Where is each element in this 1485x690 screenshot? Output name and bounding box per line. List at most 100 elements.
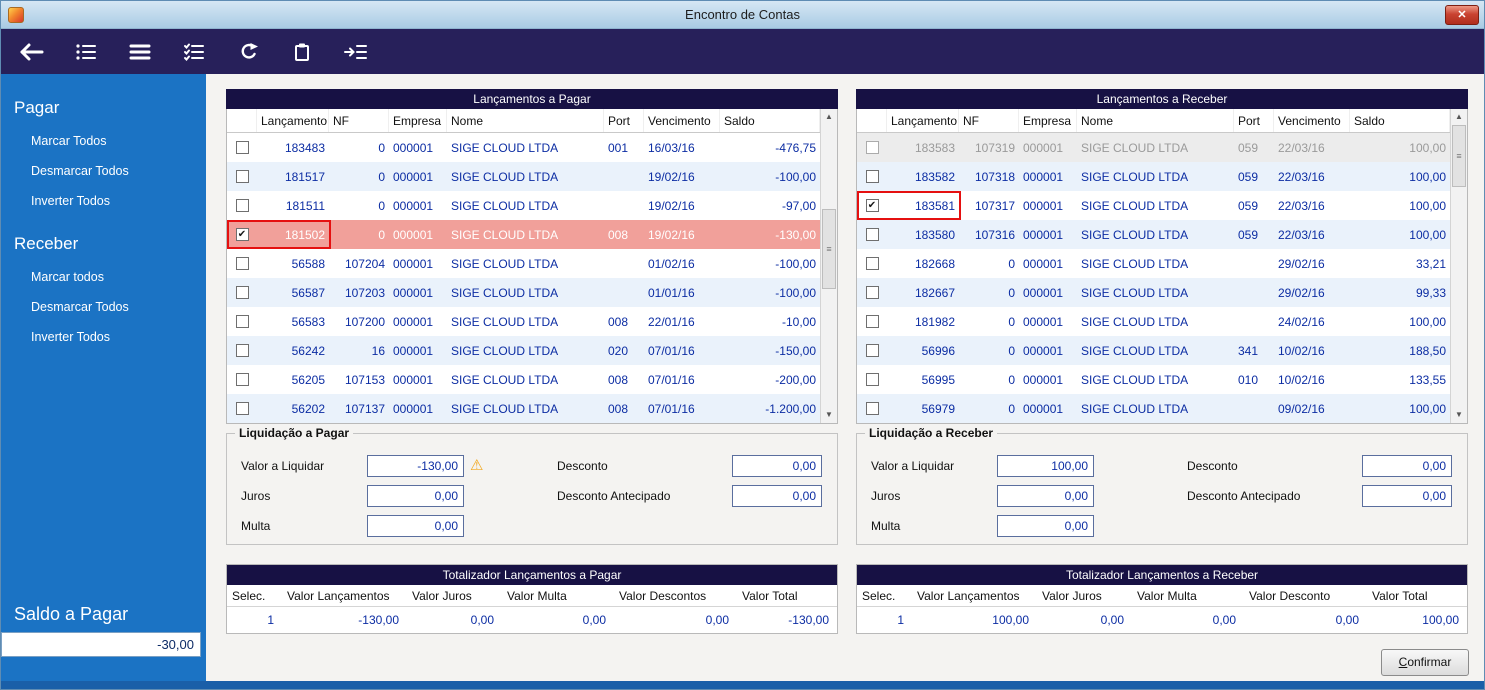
col-header-empresa[interactable]: Empresa <box>389 109 447 132</box>
sidebar-item-pagar-inverter-todos[interactable]: Inverter Todos <box>1 186 206 216</box>
valor-a-liquidar-input[interactable]: -130,00 <box>367 455 464 477</box>
table-row[interactable]: 183582 107318 000001 SIGE CLOUD LTDA 059 22/0… <box>857 162 1450 191</box>
juros-input[interactable]: 0,00 <box>367 485 464 507</box>
table-row[interactable]: 181511 0 000001 SIGE CLOUD LTDA 19/02/16 -97,… <box>227 191 820 220</box>
scroll-thumb[interactable]: ≡ <box>822 209 836 289</box>
cell-nf: 107200 <box>344 314 385 329</box>
table-row[interactable]: 56995 0 000001 SIGE CLOUD LTDA 010 10/02/16 13… <box>857 365 1450 394</box>
totalizador-receber-title: Totalizador Lançamentos a Receber <box>857 565 1467 585</box>
multa-input[interactable]: 0,00 <box>367 515 464 537</box>
detail-list-icon[interactable] <box>71 37 101 67</box>
checkbox-cell <box>857 286 887 299</box>
row-checkbox[interactable] <box>865 344 879 357</box>
row-checkbox[interactable] <box>235 286 249 299</box>
table-row[interactable]: ✔ 181502 0 000001 SIGE CLOUD LTDA 008 19/02/16… <box>227 220 820 249</box>
cell-empresa: 000001 <box>393 198 434 213</box>
pagar-grid-body: 183483 0 000001 SIGE CLOUD LTDA 001 16/03/16 -… <box>227 133 820 423</box>
scroll-down-icon[interactable]: ▼ <box>1451 407 1467 423</box>
cell-nome: SIGE CLOUD LTDA <box>1081 343 1189 358</box>
desconto-input[interactable]: 0,00 <box>1362 455 1452 477</box>
sidebar-item-receber-desmarcar-todos[interactable]: Desmarcar Todos <box>1 292 206 322</box>
row-checkbox[interactable] <box>235 373 249 386</box>
table-row[interactable]: 56205 107153 000001 SIGE CLOUD LTDA 008 07/01… <box>227 365 820 394</box>
row-checkbox-checked[interactable]: ✔ <box>235 228 249 241</box>
sidebar-item-pagar-desmarcar-todos[interactable]: Desmarcar Todos <box>1 156 206 186</box>
row-checkbox[interactable] <box>865 141 879 154</box>
col-header-vencimento[interactable]: Vencimento <box>644 109 720 132</box>
paste-icon[interactable] <box>287 37 317 67</box>
table-row[interactable]: 182667 0 000001 SIGE CLOUD LTDA 29/02/16 99,3… <box>857 278 1450 307</box>
export-list-icon[interactable] <box>341 37 371 67</box>
confirmar-button[interactable]: Confirmar <box>1381 649 1469 676</box>
checklist-icon[interactable] <box>179 37 209 67</box>
table-row[interactable]: 56242 16 000001 SIGE CLOUD LTDA 020 07/01/16 -… <box>227 336 820 365</box>
row-checkbox[interactable] <box>235 170 249 183</box>
receber-scrollbar[interactable]: ▲ ≡ ▼ <box>1450 109 1467 423</box>
row-checkbox[interactable] <box>235 199 249 212</box>
valor-a-liquidar-input[interactable]: 100,00 <box>997 455 1094 477</box>
col-header-nf[interactable]: NF <box>959 109 1019 132</box>
saldo-a-pagar-value[interactable]: -30,00 <box>1 632 201 657</box>
cell-saldo: -97,00 <box>781 198 816 213</box>
row-checkbox-checked[interactable]: ✔ <box>865 199 879 212</box>
col-header-lancamento[interactable]: Lançamento <box>887 109 959 132</box>
pagar-scrollbar[interactable]: ▲ ≡ ▼ <box>820 109 837 423</box>
refresh-icon[interactable] <box>233 37 263 67</box>
col-header-saldo[interactable]: Saldo <box>720 109 820 132</box>
desconto-antecipado-input[interactable]: 0,00 <box>1362 485 1452 507</box>
col-header-valor-lancamentos: Valor Lançamentos <box>287 588 390 603</box>
col-header-port[interactable]: Port <box>1234 109 1274 132</box>
row-checkbox[interactable] <box>865 315 879 328</box>
row-checkbox[interactable] <box>865 286 879 299</box>
table-row[interactable]: 56588 107204 000001 SIGE CLOUD LTDA 01/02/16… <box>227 249 820 278</box>
scroll-thumb[interactable]: ≡ <box>1452 125 1466 187</box>
cell-empresa: 000001 <box>1023 256 1064 271</box>
table-row[interactable]: ✔ 183581 107317 000001 SIGE CLOUD LTDA 059 22/… <box>857 191 1450 220</box>
row-checkbox[interactable] <box>235 344 249 357</box>
row-checkbox[interactable] <box>865 373 879 386</box>
row-checkbox[interactable] <box>865 257 879 270</box>
sidebar-item-pagar-marcar-todos[interactable]: Marcar Todos <box>1 126 206 156</box>
col-header-nome[interactable]: Nome <box>1077 109 1234 132</box>
row-checkbox[interactable] <box>865 170 879 183</box>
table-row[interactable]: 56583 107200 000001 SIGE CLOUD LTDA 008 22/01… <box>227 307 820 336</box>
row-checkbox[interactable] <box>235 141 249 154</box>
table-row[interactable]: 56202 107137 000001 SIGE CLOUD LTDA 008 07/01… <box>227 394 820 423</box>
col-header-port[interactable]: Port <box>604 109 644 132</box>
desconto-input[interactable]: 0,00 <box>732 455 822 477</box>
table-row[interactable]: 182668 0 000001 SIGE CLOUD LTDA 29/02/16 33,2… <box>857 249 1450 278</box>
col-header-saldo[interactable]: Saldo <box>1350 109 1450 132</box>
scroll-up-icon[interactable]: ▲ <box>821 109 837 125</box>
col-header-lancamento[interactable]: Lançamento <box>257 109 329 132</box>
scroll-up-icon[interactable]: ▲ <box>1451 109 1467 125</box>
close-button[interactable]: ✕ <box>1445 5 1479 25</box>
desconto-antecipado-input[interactable]: 0,00 <box>732 485 822 507</box>
cell-vencimento: 16/03/16 <box>648 140 695 155</box>
table-row[interactable]: 56996 0 000001 SIGE CLOUD LTDA 341 10/02/16 18… <box>857 336 1450 365</box>
row-checkbox[interactable] <box>235 257 249 270</box>
sidebar-item-receber-marcar-todos[interactable]: Marcar todos <box>1 262 206 292</box>
col-header-nf[interactable]: NF <box>329 109 389 132</box>
col-header-empresa[interactable]: Empresa <box>1019 109 1077 132</box>
multa-input[interactable]: 0,00 <box>997 515 1094 537</box>
table-row[interactable]: 183483 0 000001 SIGE CLOUD LTDA 001 16/03/16 -… <box>227 133 820 162</box>
col-header-nome[interactable]: Nome <box>447 109 604 132</box>
scroll-down-icon[interactable]: ▼ <box>821 407 837 423</box>
menu-lines-icon[interactable] <box>125 37 155 67</box>
col-header-vencimento[interactable]: Vencimento <box>1274 109 1350 132</box>
table-row[interactable]: 56587 107203 000001 SIGE CLOUD LTDA 01/01/16… <box>227 278 820 307</box>
table-row[interactable]: 181982 0 000001 SIGE CLOUD LTDA 24/02/16 100,… <box>857 307 1450 336</box>
row-checkbox[interactable] <box>865 402 879 415</box>
table-row[interactable]: 181517 0 000001 SIGE CLOUD LTDA 19/02/16 -100… <box>227 162 820 191</box>
table-row[interactable]: 183583 107319 000001 SIGE CLOUD LTDA 059 22/0… <box>857 133 1450 162</box>
table-row[interactable]: 56979 0 000001 SIGE CLOUD LTDA 09/02/16 100,0… <box>857 394 1450 423</box>
juros-input[interactable]: 0,00 <box>997 485 1094 507</box>
row-checkbox[interactable] <box>235 315 249 328</box>
row-checkbox[interactable] <box>865 228 879 241</box>
col-header-valor-juros: Valor Juros <box>412 588 472 603</box>
row-checkbox[interactable] <box>235 402 249 415</box>
table-row[interactable]: 183580 107316 000001 SIGE CLOUD LTDA 059 22/0… <box>857 220 1450 249</box>
back-icon[interactable] <box>17 37 47 67</box>
cell-lancamento: 56205 <box>291 372 325 387</box>
sidebar-item-receber-inverter-todos[interactable]: Inverter Todos <box>1 322 206 352</box>
